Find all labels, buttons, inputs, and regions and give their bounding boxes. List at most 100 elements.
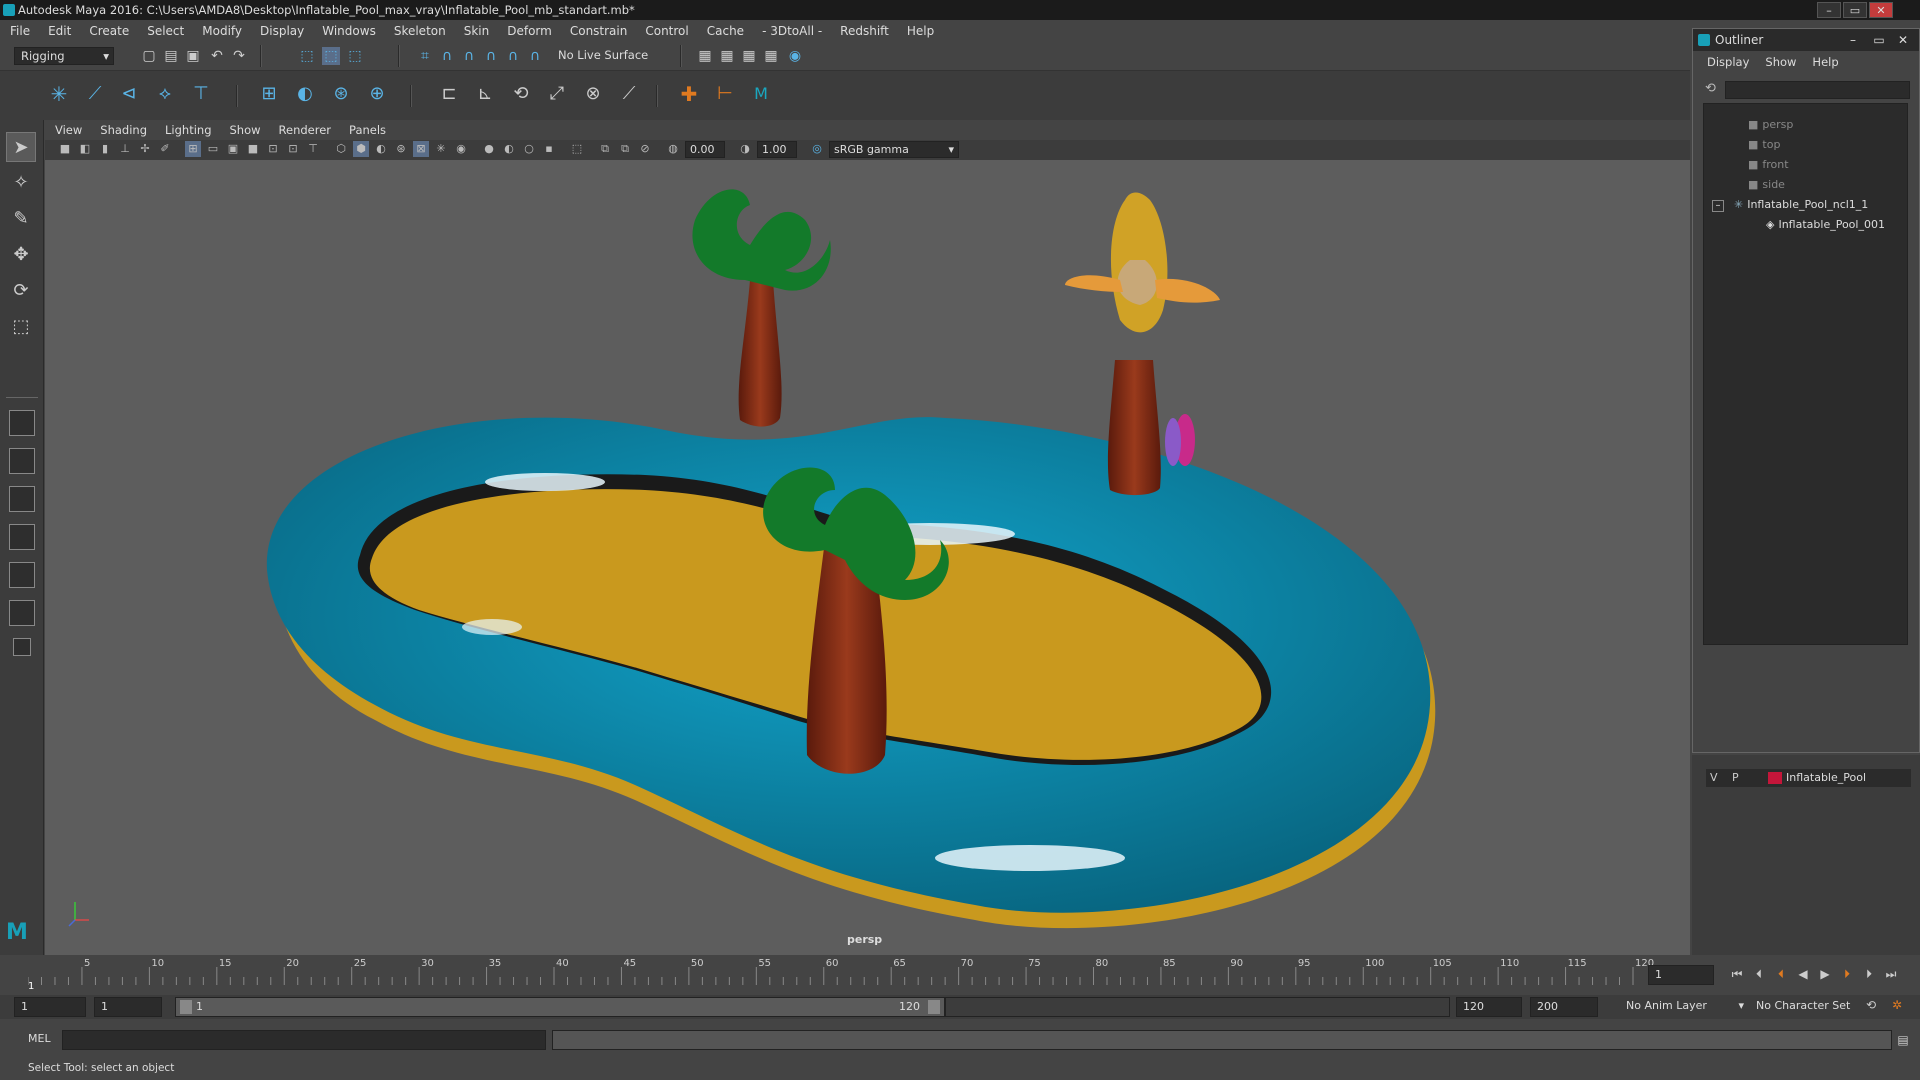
- close-button[interactable]: ✕: [1869, 2, 1893, 18]
- go-to-start-icon[interactable]: ⏮: [1728, 965, 1746, 983]
- menu-edit[interactable]: Edit: [48, 24, 71, 38]
- time-slider[interactable]: 5 10 15 20 25 30 35 40 45 50 55 60 65 70 75 80 85 90 95 100…: [0, 955, 1920, 995]
- custom-layout-icon[interactable]: [13, 638, 31, 656]
- two-pane-layout-icon[interactable]: [9, 486, 35, 512]
- backface-culling-icon[interactable]: ⊘: [637, 141, 653, 157]
- panel-menu-view[interactable]: View: [55, 123, 82, 137]
- range-slider[interactable]: 1 120: [175, 997, 945, 1017]
- animation-start-field[interactable]: 1: [14, 997, 86, 1017]
- outliner-item-side[interactable]: ■ side: [1748, 176, 1785, 194]
- paint-weights-icon[interactable]: ◐: [296, 85, 314, 103]
- select-object-icon[interactable]: ⬚: [322, 47, 340, 65]
- range-handle-start[interactable]: [180, 1000, 192, 1014]
- gamma-field[interactable]: 1.00: [757, 141, 797, 158]
- menu-file[interactable]: File: [10, 24, 30, 38]
- anim-layer-dropdown[interactable]: No Anim Layer ▾: [1620, 997, 1744, 1017]
- script-language-toggle[interactable]: MEL: [28, 1032, 51, 1045]
- play-forwards-icon[interactable]: ▶: [1816, 965, 1834, 983]
- outliner-menu-show[interactable]: Show: [1765, 55, 1796, 69]
- aim-constraint-icon[interactable]: ⊾: [476, 85, 494, 103]
- snap-point-icon[interactable]: ∩: [460, 47, 478, 65]
- point-constraint-icon[interactable]: ⊏: [440, 85, 458, 103]
- wireframe-on-shaded-icon[interactable]: ◐: [373, 141, 389, 157]
- render-frame-icon[interactable]: ▦: [718, 47, 736, 65]
- outliner-layout-icon[interactable]: [9, 524, 35, 550]
- depth-of-field-icon[interactable]: ○: [521, 141, 537, 157]
- step-back-key-icon[interactable]: ⏴: [1772, 965, 1790, 983]
- outliner-search-input[interactable]: [1725, 81, 1910, 99]
- panel-menu-show[interactable]: Show: [230, 123, 261, 137]
- panel-menu-renderer[interactable]: Renderer: [279, 123, 332, 137]
- select-tool-icon[interactable]: ➤: [6, 132, 36, 162]
- use-all-lights-icon[interactable]: ⊠: [413, 141, 429, 157]
- outliner-menu-display[interactable]: Display: [1707, 55, 1749, 69]
- shadows-icon[interactable]: ✳: [433, 141, 449, 157]
- command-input[interactable]: [62, 1030, 546, 1050]
- motion-blur-icon[interactable]: ●: [481, 141, 497, 157]
- ipr-render-icon[interactable]: ▦: [740, 47, 758, 65]
- render-view-icon[interactable]: ▦: [696, 47, 714, 65]
- color-management-icon[interactable]: ◎: [809, 141, 825, 157]
- four-pane-layout-icon[interactable]: [9, 448, 35, 474]
- menu-deform[interactable]: Deform: [507, 24, 552, 38]
- open-scene-icon[interactable]: ▤: [162, 47, 180, 65]
- live-surface-field[interactable]: No Live Surface: [552, 47, 657, 65]
- image-plane-icon[interactable]: ⊥: [117, 141, 133, 157]
- menu-constrain[interactable]: Constrain: [570, 24, 628, 38]
- locator-icon[interactable]: ✚: [680, 84, 698, 104]
- menu-control[interactable]: Control: [645, 24, 688, 38]
- step-forward-key-icon[interactable]: ⏵: [1838, 965, 1856, 983]
- outliner-item-top[interactable]: ■ top: [1748, 136, 1780, 154]
- new-scene-icon[interactable]: ▢: [140, 47, 158, 65]
- outliner-item-pool-mesh[interactable]: ◈ Inflatable_Pool_001: [1766, 216, 1885, 234]
- auto-key-icon[interactable]: ⟲: [1862, 996, 1880, 1014]
- scale-constraint-icon[interactable]: ⤢: [548, 85, 566, 103]
- current-frame-field[interactable]: 1: [1648, 965, 1714, 985]
- redo-icon[interactable]: ↷: [230, 47, 248, 65]
- menu-windows[interactable]: Windows: [322, 24, 376, 38]
- gate-mask-icon[interactable]: ■: [245, 141, 261, 157]
- gamma-icon[interactable]: ◑: [737, 141, 753, 157]
- safe-action-icon[interactable]: ⊡: [285, 141, 301, 157]
- ik-spline-icon[interactable]: ⊲: [120, 85, 138, 103]
- single-pane-layout-icon[interactable]: [9, 410, 35, 436]
- menu-cache[interactable]: Cache: [707, 24, 744, 38]
- joint-tool-icon[interactable]: ✳: [50, 84, 68, 104]
- menu-skin[interactable]: Skin: [464, 24, 490, 38]
- xray-components-icon[interactable]: ⧉: [617, 141, 633, 157]
- 2d-pan-zoom-icon[interactable]: ✢: [137, 141, 153, 157]
- orient-constraint-icon[interactable]: ⟲: [512, 85, 530, 103]
- camera-select-icon[interactable]: ■: [57, 141, 73, 157]
- exposure-icon[interactable]: ◍: [665, 141, 681, 157]
- snap-surface-icon[interactable]: ∩: [504, 47, 522, 65]
- scale-tool-icon[interactable]: ⬚: [6, 312, 36, 342]
- lasso-tool-icon[interactable]: ✧: [6, 168, 36, 198]
- menu-skeleton[interactable]: Skeleton: [394, 24, 446, 38]
- menu-modify[interactable]: Modify: [202, 24, 242, 38]
- textured-icon[interactable]: ⊛: [393, 141, 409, 157]
- screen-space-ao-icon[interactable]: ◉: [453, 141, 469, 157]
- paint-select-icon[interactable]: ✎: [6, 204, 36, 234]
- view-transform-dropdown[interactable]: sRGB gamma ▾: [829, 141, 959, 158]
- layer-visibility-toggle[interactable]: V: [1710, 769, 1718, 787]
- menu-select[interactable]: Select: [147, 24, 184, 38]
- xray-icon[interactable]: ▪: [541, 141, 557, 157]
- step-back-frame-icon[interactable]: ⏴: [1750, 965, 1768, 983]
- mode-dropdown[interactable]: Rigging ▾: [14, 47, 114, 65]
- viewport-persp[interactable]: persp: [45, 160, 1690, 955]
- outliner-maximize-button[interactable]: ▭: [1869, 29, 1889, 51]
- smooth-shade-icon[interactable]: ⬢: [353, 141, 369, 157]
- snap-live-icon[interactable]: ∩: [526, 47, 544, 65]
- minimize-button[interactable]: –: [1817, 2, 1841, 18]
- move-tool-icon[interactable]: ✥: [6, 240, 36, 270]
- smooth-bind-icon[interactable]: ⊞: [260, 85, 278, 103]
- grid-icon[interactable]: ⊞: [185, 141, 201, 157]
- outliner-item-front[interactable]: ■ front: [1748, 156, 1789, 174]
- maya-shelf-icon[interactable]: M: [752, 85, 770, 103]
- exposure-field[interactable]: 0.00: [685, 141, 725, 158]
- menu-3dtoall[interactable]: - 3DtoAll -: [762, 24, 822, 38]
- graph-layout-icon[interactable]: [9, 562, 35, 588]
- step-forward-frame-icon[interactable]: ⏵: [1860, 965, 1878, 983]
- outliner-close-button[interactable]: ✕: [1893, 29, 1913, 51]
- playback-start-field[interactable]: 1: [94, 997, 162, 1017]
